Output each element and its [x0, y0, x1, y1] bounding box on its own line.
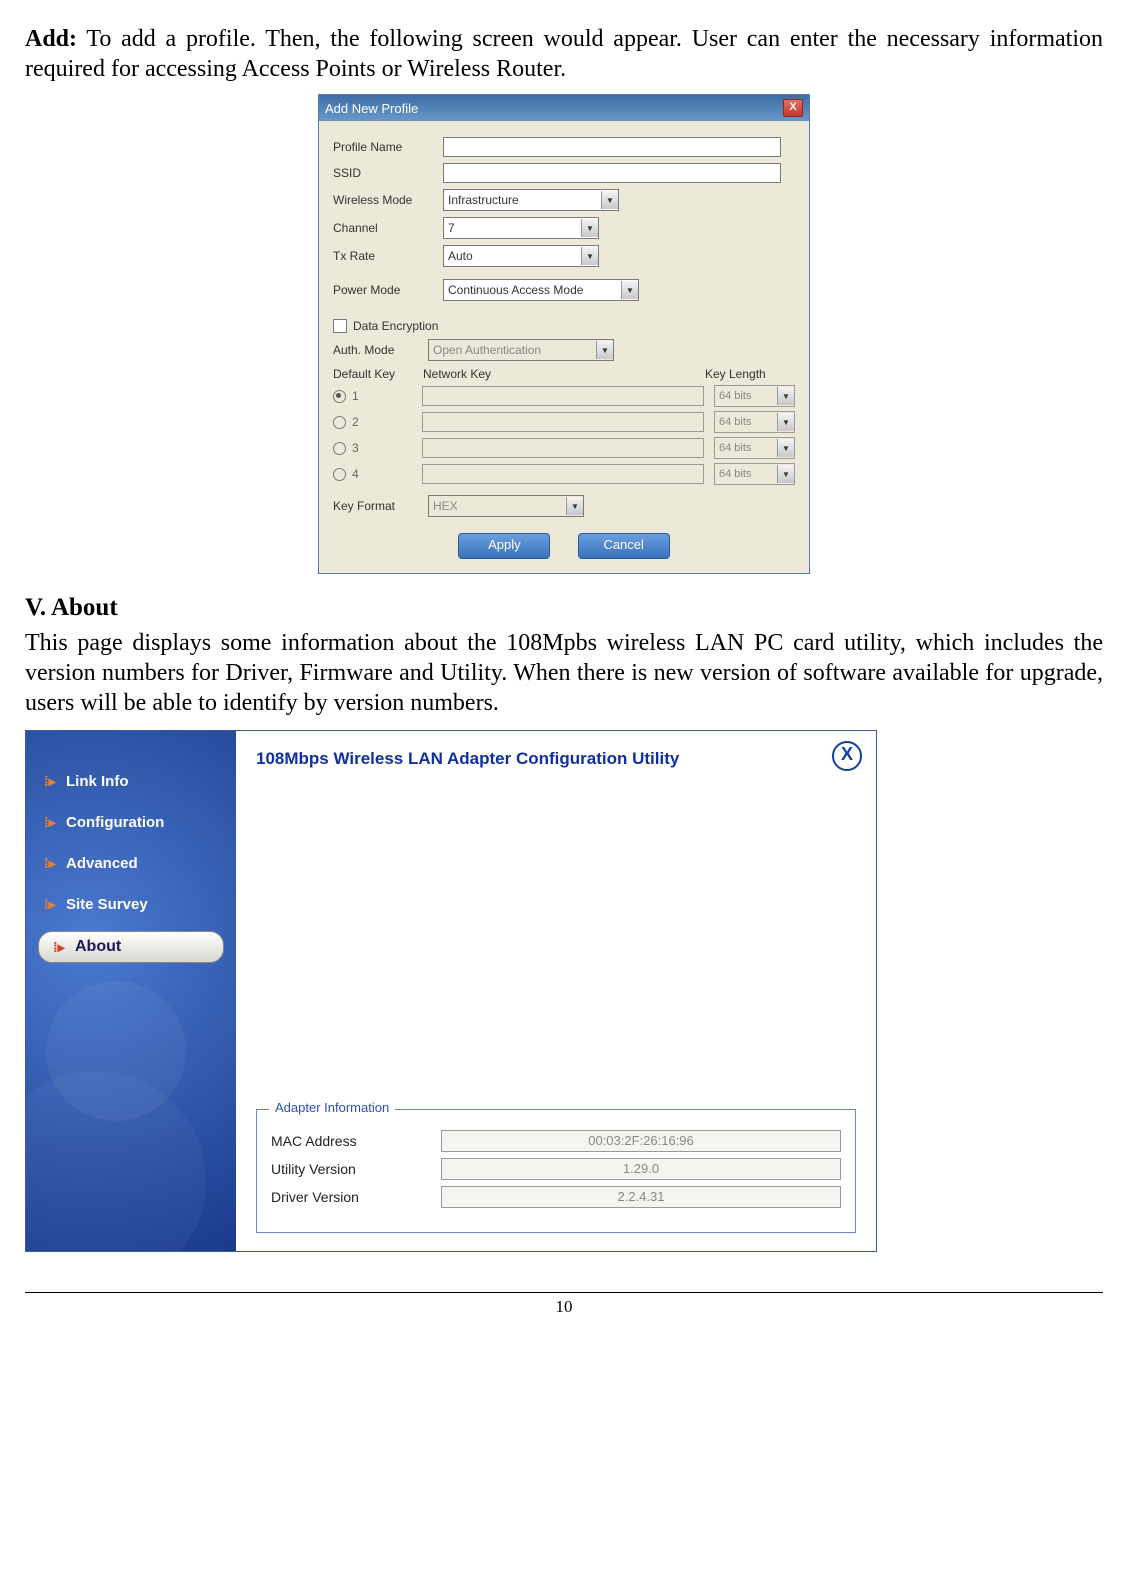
- tx-rate-label: Tx Rate: [333, 249, 443, 263]
- sidebar-item-site-survey[interactable]: ⁞▸ Site Survey: [26, 884, 236, 925]
- sidebar-item-link-info[interactable]: ⁞▸ Link Info: [26, 761, 236, 802]
- bullet-icon: ⁞▸: [44, 855, 58, 872]
- bullet-icon: ⁞▸: [44, 773, 58, 790]
- key-radio-4[interactable]: [333, 468, 346, 481]
- driver-version-label: Driver Version: [271, 1189, 441, 1205]
- power-mode-select[interactable]: Continuous Access Mode ▼: [443, 279, 639, 301]
- network-key-input-1: [422, 386, 704, 406]
- chevron-down-icon: ▼: [777, 439, 794, 457]
- page-number: 10: [25, 1292, 1103, 1317]
- utility-title: 108Mbps Wireless LAN Adapter Configurati…: [256, 749, 856, 769]
- chevron-down-icon[interactable]: ▼: [621, 281, 638, 299]
- add-text: To add a profile. Then, the following sc…: [25, 26, 1103, 82]
- default-key-header: Default Key: [333, 367, 423, 381]
- network-key-input-3: [422, 438, 704, 458]
- ssid-label: SSID: [333, 166, 443, 180]
- add-profile-dialog: Add New Profile X Profile Name SSID Wire…: [318, 94, 810, 574]
- close-icon[interactable]: X: [832, 741, 862, 771]
- key-radio-3[interactable]: [333, 442, 346, 455]
- channel-label: Channel: [333, 221, 443, 235]
- power-mode-label: Power Mode: [333, 283, 443, 297]
- about-heading: V. About: [25, 594, 1103, 622]
- main-panel: 108Mbps Wireless LAN Adapter Configurati…: [236, 731, 876, 1251]
- auth-mode-label: Auth. Mode: [333, 343, 428, 357]
- data-encryption-label: Data Encryption: [353, 319, 438, 333]
- channel-select[interactable]: 7 ▼: [443, 217, 599, 239]
- about-text: This page displays some information abou…: [25, 628, 1103, 718]
- mac-address-value: 00:03:2F:26:16:96: [441, 1130, 841, 1152]
- sidebar-item-about[interactable]: ⁞▸ About: [38, 931, 224, 963]
- utility-version-value: 1.29.0: [441, 1158, 841, 1180]
- ssid-input[interactable]: [443, 163, 781, 183]
- sidebar-item-configuration[interactable]: ⁞▸ Configuration: [26, 802, 236, 843]
- driver-version-value: 2.2.4.31: [441, 1186, 841, 1208]
- intro-paragraph: Add: To add a profile. Then, the followi…: [25, 24, 1103, 84]
- key-length-select-4: 64 bits▼: [714, 463, 795, 485]
- network-key-input-2: [422, 412, 704, 432]
- network-key-header: Network Key: [423, 367, 705, 381]
- profile-name-label: Profile Name: [333, 140, 443, 154]
- key-length-select-2: 64 bits▼: [714, 411, 795, 433]
- profile-name-input[interactable]: [443, 137, 781, 157]
- network-key-input-4: [422, 464, 704, 484]
- dialog-title: Add New Profile: [325, 101, 418, 116]
- chevron-down-icon: ▼: [566, 497, 583, 515]
- chevron-down-icon: ▼: [596, 341, 613, 359]
- apply-button[interactable]: Apply: [458, 533, 550, 559]
- data-encryption-checkbox[interactable]: [333, 319, 347, 333]
- fieldset-legend: Adapter Information: [269, 1100, 395, 1115]
- dialog-titlebar[interactable]: Add New Profile X: [319, 95, 809, 121]
- chevron-down-icon: ▼: [777, 387, 794, 405]
- mac-address-label: MAC Address: [271, 1133, 441, 1149]
- wireless-mode-label: Wireless Mode: [333, 193, 443, 207]
- chevron-down-icon[interactable]: ▼: [581, 247, 598, 265]
- key-radio-1[interactable]: [333, 390, 346, 403]
- key-length-select-3: 64 bits▼: [714, 437, 795, 459]
- chevron-down-icon: ▼: [777, 465, 794, 483]
- key-radio-2[interactable]: [333, 416, 346, 429]
- bullet-icon: ⁞▸: [44, 814, 58, 831]
- chevron-down-icon[interactable]: ▼: [581, 219, 598, 237]
- key-format-label: Key Format: [333, 499, 428, 513]
- chevron-down-icon: ▼: [777, 413, 794, 431]
- key-length-select-1: 64 bits▼: [714, 385, 795, 407]
- config-utility-window: ⁞▸ Link Info ⁞▸ Configuration ⁞▸ Advance…: [25, 730, 877, 1252]
- chevron-down-icon[interactable]: ▼: [601, 191, 618, 209]
- key-length-header: Key Length: [705, 367, 795, 381]
- close-icon[interactable]: X: [783, 99, 803, 117]
- cancel-button[interactable]: Cancel: [578, 533, 670, 559]
- auth-mode-select: Open Authentication ▼: [428, 339, 614, 361]
- utility-version-label: Utility Version: [271, 1161, 441, 1177]
- sidebar-item-advanced[interactable]: ⁞▸ Advanced: [26, 843, 236, 884]
- key-format-select: HEX ▼: [428, 495, 584, 517]
- wireless-mode-select[interactable]: Infrastructure ▼: [443, 189, 619, 211]
- bullet-icon: ⁞▸: [53, 939, 67, 956]
- tx-rate-select[interactable]: Auto ▼: [443, 245, 599, 267]
- adapter-info-fieldset: Adapter Information MAC Address 00:03:2F…: [256, 1109, 856, 1233]
- sidebar: ⁞▸ Link Info ⁞▸ Configuration ⁞▸ Advance…: [26, 731, 236, 1251]
- add-label: Add:: [25, 26, 77, 52]
- bullet-icon: ⁞▸: [44, 896, 58, 913]
